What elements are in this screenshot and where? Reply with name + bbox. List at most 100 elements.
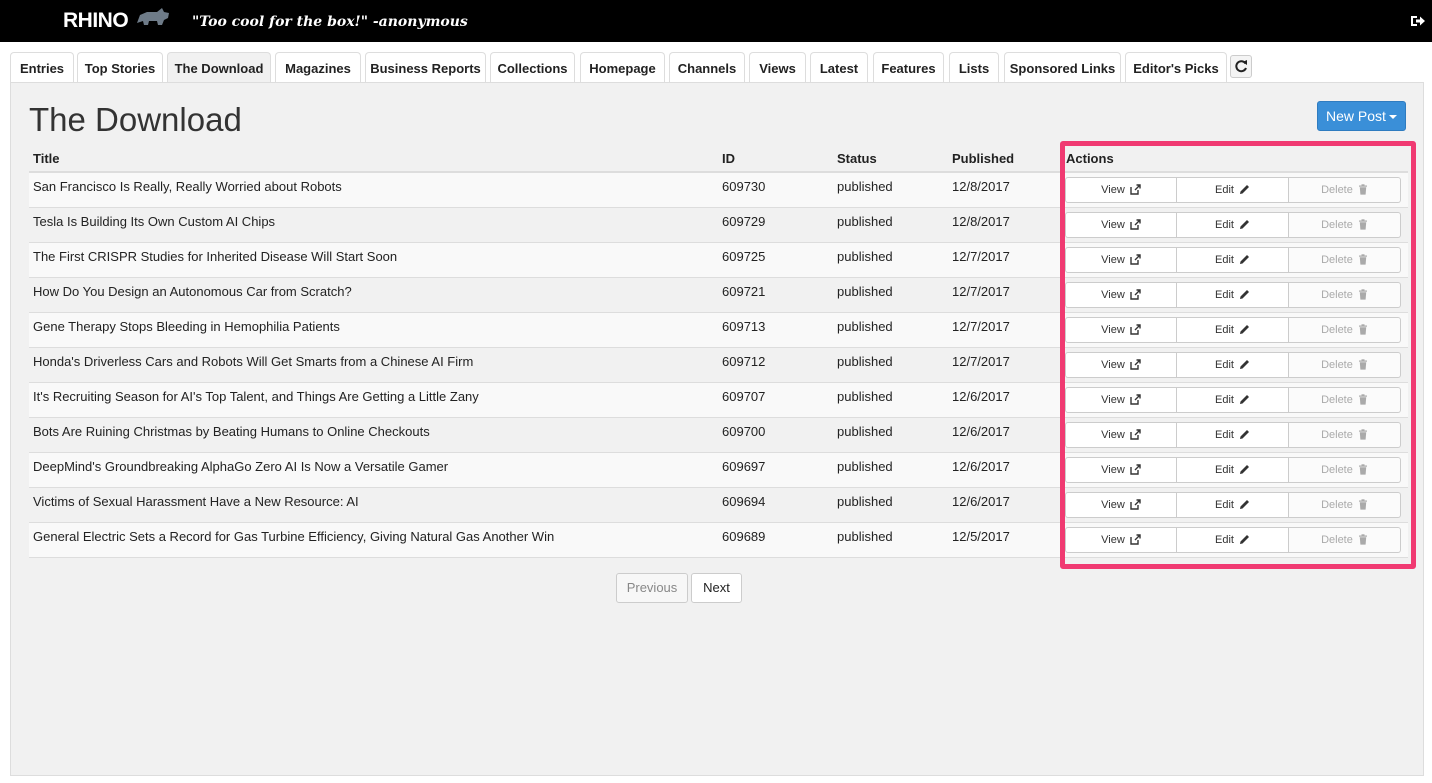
post-title[interactable]: Bots Are Ruining Christmas by Beating Hu… [33, 424, 430, 439]
post-title[interactable]: Victims of Sexual Harassment Have a New … [33, 494, 359, 509]
tab-business-reports[interactable]: Business Reports [365, 52, 486, 82]
refresh-button[interactable] [1230, 55, 1252, 78]
edit-button[interactable]: Edit [1177, 422, 1289, 448]
edit-button[interactable]: Edit [1177, 282, 1289, 308]
tab-features[interactable]: Features [873, 52, 944, 82]
delete-button[interactable]: Delete [1289, 527, 1401, 553]
refresh-icon [1235, 60, 1247, 73]
delete-button[interactable]: Delete [1289, 212, 1401, 238]
delete-button[interactable]: Delete [1289, 282, 1401, 308]
post-status: published [837, 389, 893, 404]
view-button[interactable]: View [1065, 492, 1177, 518]
edit-label: Edit [1214, 464, 1234, 476]
column-published[interactable]: Published [952, 151, 1014, 166]
edit-button[interactable]: Edit [1177, 177, 1289, 203]
post-id: 609730 [722, 179, 766, 194]
delete-button[interactable]: Delete [1289, 457, 1401, 483]
previous-button[interactable]: Previous [616, 573, 688, 603]
tab-collections[interactable]: Collections [490, 52, 575, 82]
tab-sponsored-links[interactable]: Sponsored Links [1004, 52, 1121, 82]
view-label: View [1101, 219, 1125, 231]
post-title[interactable]: The First CRISPR Studies for Inherited D… [33, 249, 397, 264]
edit-button[interactable]: Edit [1177, 457, 1289, 483]
trash-icon [1358, 324, 1367, 335]
post-id: 609721 [722, 284, 766, 299]
view-button[interactable]: View [1065, 457, 1177, 483]
pencil-icon [1240, 325, 1250, 334]
table-body: San Francisco Is Really, Really Worried … [29, 173, 1408, 558]
delete-label: Delete [1321, 184, 1353, 196]
view-button[interactable]: View [1065, 527, 1177, 553]
tab-lists[interactable]: Lists [949, 52, 999, 82]
delete-button[interactable]: Delete [1289, 387, 1401, 413]
edit-label: Edit [1214, 219, 1234, 231]
post-published-date: 12/7/2017 [952, 319, 1010, 334]
post-id: 609697 [722, 459, 766, 474]
post-title[interactable]: It's Recruiting Season for AI's Top Tale… [33, 389, 479, 404]
column-id[interactable]: ID [722, 151, 735, 166]
external-link-icon [1130, 394, 1141, 405]
tab-homepage[interactable]: Homepage [580, 52, 665, 82]
delete-label: Delete [1321, 464, 1353, 476]
tab-editors-picks[interactable]: Editor's Picks [1125, 52, 1227, 82]
new-post-button[interactable]: New Post [1317, 101, 1406, 131]
edit-button[interactable]: Edit [1177, 247, 1289, 273]
post-title[interactable]: San Francisco Is Really, Really Worried … [33, 179, 342, 194]
post-title[interactable]: Gene Therapy Stops Bleeding in Hemophili… [33, 319, 340, 334]
table-row: The First CRISPR Studies for Inherited D… [29, 243, 1408, 278]
post-title[interactable]: How Do You Design an Autonomous Car from… [33, 284, 352, 299]
edit-button[interactable]: Edit [1177, 212, 1289, 238]
view-button[interactable]: View [1065, 387, 1177, 413]
logo[interactable]: RHINO [63, 8, 169, 33]
external-link-icon [1130, 429, 1141, 440]
rhino-icon [137, 8, 169, 25]
external-link-icon [1130, 359, 1141, 370]
view-button[interactable]: View [1065, 352, 1177, 378]
post-title[interactable]: DeepMind's Groundbreaking AlphaGo Zero A… [33, 459, 448, 474]
tab-magazines[interactable]: Magazines [275, 52, 361, 82]
view-button[interactable]: View [1065, 177, 1177, 203]
delete-button[interactable]: Delete [1289, 177, 1401, 203]
view-button[interactable]: View [1065, 422, 1177, 448]
column-status[interactable]: Status [837, 151, 877, 166]
view-button[interactable]: View [1065, 282, 1177, 308]
next-button[interactable]: Next [691, 573, 742, 603]
delete-button[interactable]: Delete [1289, 492, 1401, 518]
table-row: DeepMind's Groundbreaking AlphaGo Zero A… [29, 453, 1408, 488]
post-published-date: 12/6/2017 [952, 459, 1010, 474]
delete-button[interactable]: Delete [1289, 422, 1401, 448]
view-button[interactable]: View [1065, 247, 1177, 273]
post-title[interactable]: Tesla Is Building Its Own Custom AI Chip… [33, 214, 275, 229]
delete-label: Delete [1321, 324, 1353, 336]
tab-latest[interactable]: Latest [810, 52, 868, 82]
external-link-icon [1130, 184, 1141, 195]
delete-label: Delete [1321, 499, 1353, 511]
delete-button[interactable]: Delete [1289, 352, 1401, 378]
tab-views[interactable]: Views [749, 52, 806, 82]
edit-button[interactable]: Edit [1177, 527, 1289, 553]
delete-button[interactable]: Delete [1289, 317, 1401, 343]
edit-button[interactable]: Edit [1177, 387, 1289, 413]
tab-the-download[interactable]: The Download [167, 52, 271, 83]
row-actions: View Edit Delete [1065, 317, 1401, 343]
delete-button[interactable]: Delete [1289, 247, 1401, 273]
view-button[interactable]: View [1065, 212, 1177, 238]
post-title[interactable]: Honda's Driverless Cars and Robots Will … [33, 354, 473, 369]
edit-button[interactable]: Edit [1177, 492, 1289, 518]
edit-button[interactable]: Edit [1177, 352, 1289, 378]
tab-entries[interactable]: Entries [10, 52, 74, 82]
logout-icon[interactable] [1409, 12, 1427, 30]
view-button[interactable]: View [1065, 317, 1177, 343]
view-label: View [1101, 184, 1125, 196]
tab-channels[interactable]: Channels [669, 52, 745, 82]
tab-top-stories[interactable]: Top Stories [77, 52, 163, 82]
pencil-icon [1240, 255, 1250, 264]
post-title[interactable]: General Electric Sets a Record for Gas T… [33, 529, 554, 544]
pencil-icon [1240, 465, 1250, 474]
post-id: 609700 [722, 424, 766, 439]
main-panel: The Download New Post Title ID Status Pu… [10, 82, 1424, 776]
pencil-icon [1240, 430, 1250, 439]
edit-label: Edit [1214, 359, 1234, 371]
edit-button[interactable]: Edit [1177, 317, 1289, 343]
column-title[interactable]: Title [33, 151, 60, 166]
